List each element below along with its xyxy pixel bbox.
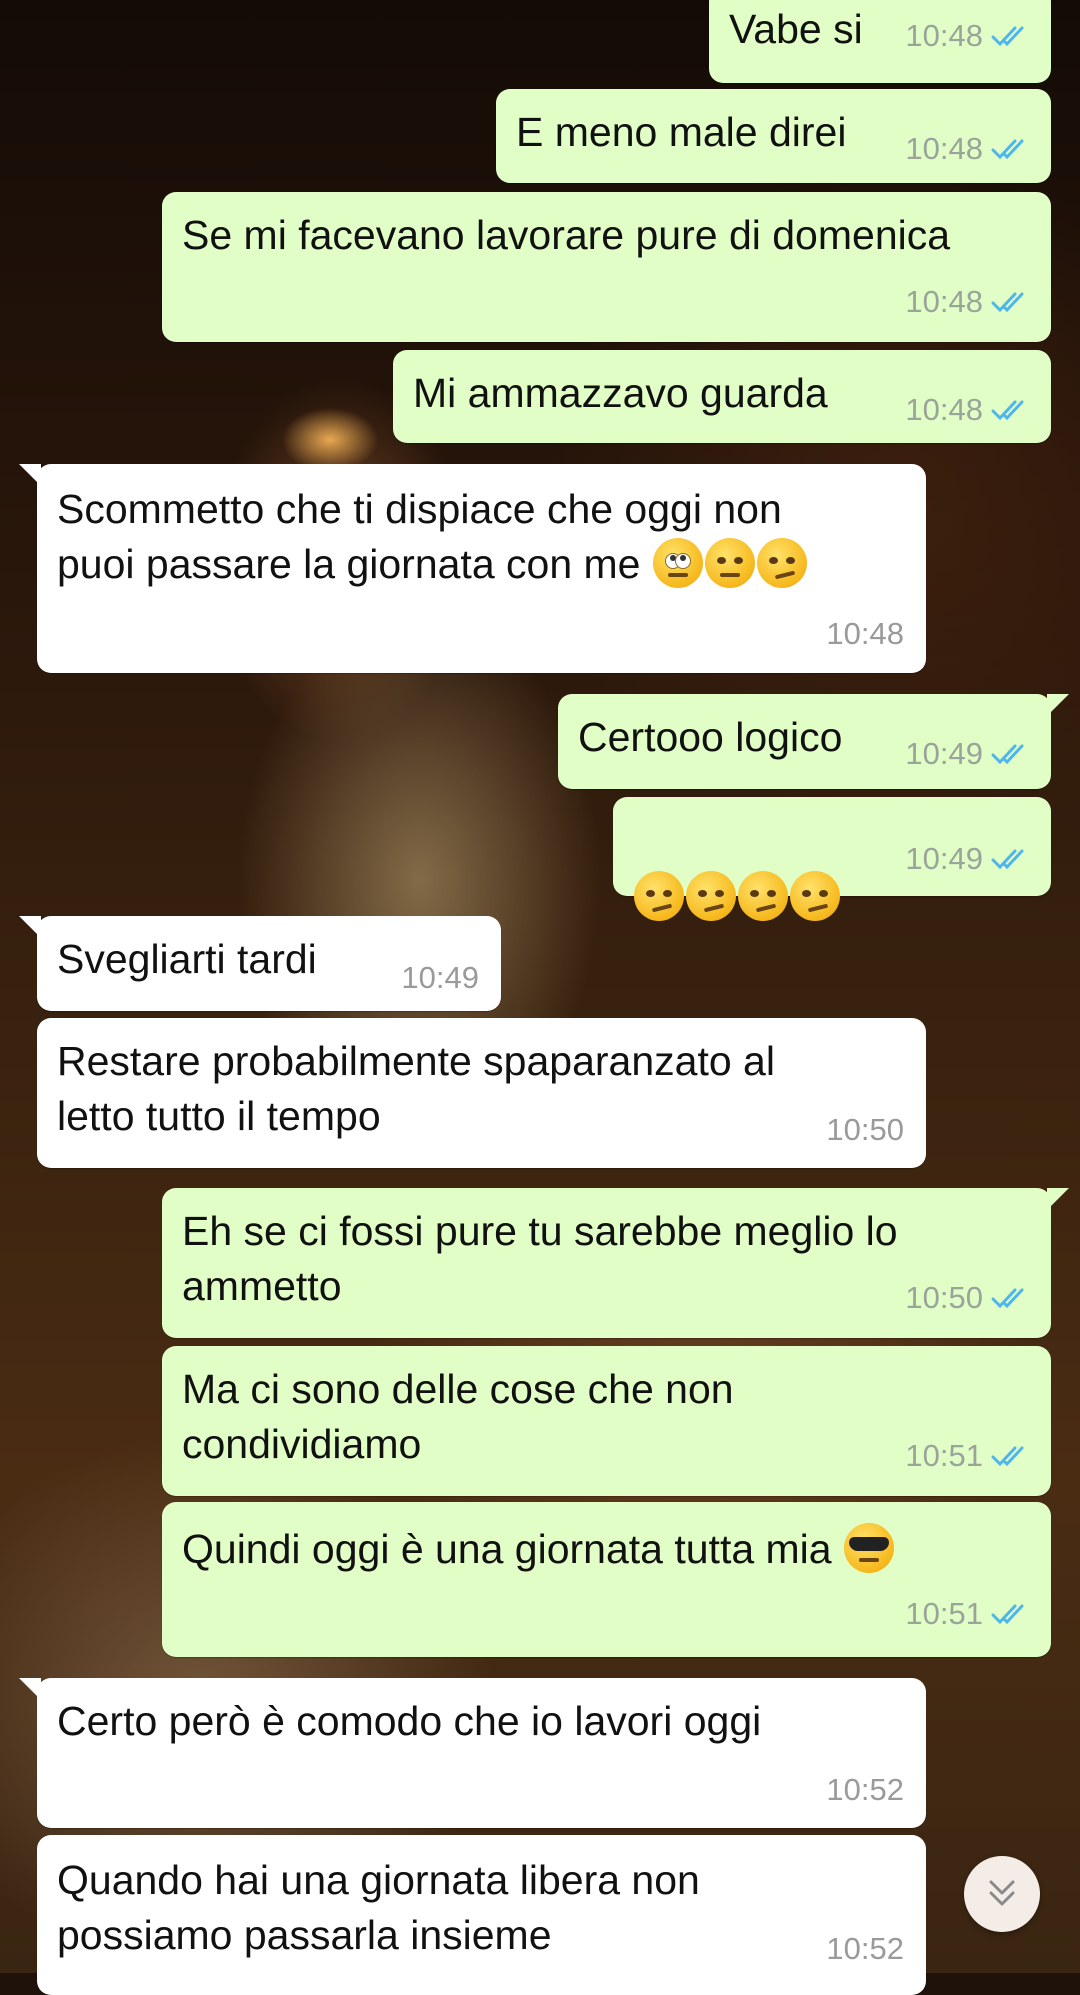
message-meta: 10:48 xyxy=(905,284,1031,320)
message-time: 10:49 xyxy=(905,736,983,771)
message-time: 10:49 xyxy=(401,960,479,995)
message-meta: 10:50 xyxy=(905,1280,1031,1316)
message-bubble-incoming[interactable]: Quando hai una giornata libera non possi… xyxy=(37,1835,926,1995)
double-check-icon xyxy=(991,1604,1024,1625)
double-check-icon xyxy=(991,1446,1024,1467)
double-check-icon xyxy=(991,139,1024,160)
scroll-to-bottom-button[interactable] xyxy=(964,1856,1040,1932)
double-check-icon xyxy=(991,26,1024,47)
message-bubble-outgoing[interactable]: Se mi facevano lavorare pure di domenica… xyxy=(162,192,1051,342)
message-meta: 10:48 xyxy=(905,18,1031,54)
double-check-icon xyxy=(991,849,1024,870)
message-bubble-outgoing[interactable]: 10:49 xyxy=(613,797,1051,921)
message-bubble-incoming[interactable]: Restare probabilmente spaparanzato al le… xyxy=(37,1018,926,1168)
message-text: E meno male direi xyxy=(516,109,847,155)
message-meta: 10:52 xyxy=(826,1772,904,1808)
message-time: 10:50 xyxy=(826,1112,904,1147)
message-bubble-outgoing[interactable]: Quindi oggi è una giornata tutta mia 10:… xyxy=(162,1502,1051,1657)
message-meta: 10:49 xyxy=(401,960,479,996)
message-meta: 10:52 xyxy=(826,1931,904,1967)
face-with-rolling-eyes-icon xyxy=(652,538,703,588)
smirking-face-icon xyxy=(790,871,840,921)
message-time: 10:48 xyxy=(905,284,983,319)
smirking-face-icon xyxy=(738,871,788,921)
smirking-face-icon xyxy=(686,871,736,921)
message-text: Vabe si xyxy=(729,6,863,52)
message-time: 10:48 xyxy=(905,131,983,166)
message-emojis xyxy=(633,815,841,925)
double-check-icon xyxy=(991,744,1024,765)
face-with-raised-eyebrow-icon xyxy=(704,538,755,588)
message-time: 10:52 xyxy=(826,1931,904,1966)
message-meta: 10:49 xyxy=(905,736,1031,772)
message-time: 10:50 xyxy=(905,1280,983,1315)
message-bubble-outgoing[interactable]: Mi ammazzavo guarda 10:48 xyxy=(393,350,1051,443)
message-text: Quando hai una giornata libera non possi… xyxy=(57,1857,700,1958)
message-time: 10:52 xyxy=(826,1772,904,1807)
message-text-content: Quindi oggi è una giornata tutta mia xyxy=(182,1526,832,1572)
message-time: 10:51 xyxy=(905,1438,983,1473)
message-bubble-incoming[interactable]: Svegliarti tardi 10:49 xyxy=(19,916,501,1011)
message-bubble-outgoing[interactable]: Certooo logico 10:49 xyxy=(558,694,1069,789)
message-bubble-incoming[interactable]: Certo però è comodo che io lavori oggi 1… xyxy=(19,1678,926,1828)
double-check-icon xyxy=(991,400,1024,421)
message-bubble-incoming[interactable]: Scommetto che ti dispiace che oggi non p… xyxy=(19,464,926,673)
message-text: Eh se ci fossi pure tu sarebbe meglio lo… xyxy=(182,1208,898,1309)
message-bubble-outgoing[interactable]: Vabe si 10:48 xyxy=(709,0,1051,83)
message-text: Ma ci sono delle cose che non condividia… xyxy=(182,1366,734,1467)
message-bubble-outgoing[interactable]: Eh se ci fossi pure tu sarebbe meglio lo… xyxy=(162,1188,1069,1338)
message-text: Mi ammazzavo guarda xyxy=(413,370,828,416)
chat-message-list[interactable]: Vabe si 10:48 E meno male direi 10:48 Se… xyxy=(0,0,1080,1995)
double-chevron-down-icon xyxy=(989,1880,1015,1906)
double-check-icon xyxy=(991,1288,1024,1309)
message-meta: 10:51 xyxy=(905,1438,1031,1474)
message-text: Certooo logico xyxy=(578,714,843,760)
message-bubble-outgoing[interactable]: Ma ci sono delle cose che non condividia… xyxy=(162,1346,1051,1496)
message-text: Quindi oggi è una giornata tutta mia xyxy=(182,1522,895,1577)
message-meta: 10:50 xyxy=(826,1112,904,1148)
message-text: Scommetto che ti dispiace che oggi non p… xyxy=(57,482,808,592)
message-time: 10:48 xyxy=(905,392,983,427)
message-bubble-outgoing[interactable]: E meno male direi 10:48 xyxy=(496,89,1051,183)
message-meta: 10:49 xyxy=(905,841,1031,877)
message-text: Restare probabilmente spaparanzato al le… xyxy=(57,1038,775,1139)
double-check-icon xyxy=(991,292,1024,313)
message-meta: 10:48 xyxy=(826,616,904,652)
message-meta: 10:48 xyxy=(905,392,1031,428)
message-time: 10:49 xyxy=(905,841,983,876)
message-meta: 10:51 xyxy=(905,1596,1031,1632)
unamused-face-icon xyxy=(756,538,807,588)
message-meta: 10:48 xyxy=(905,131,1031,167)
message-time: 10:51 xyxy=(905,1596,983,1631)
smiling-face-with-sunglasses-icon xyxy=(844,1523,894,1573)
message-text: Certo però è comodo che io lavori oggi xyxy=(57,1698,762,1744)
message-text: Se mi facevano lavorare pure di domenica xyxy=(182,212,951,258)
smirking-face-icon xyxy=(634,871,684,921)
emoji-group xyxy=(640,538,807,588)
message-time: 10:48 xyxy=(826,616,904,651)
message-time: 10:48 xyxy=(905,18,983,53)
message-text: Svegliarti tardi xyxy=(57,936,317,982)
